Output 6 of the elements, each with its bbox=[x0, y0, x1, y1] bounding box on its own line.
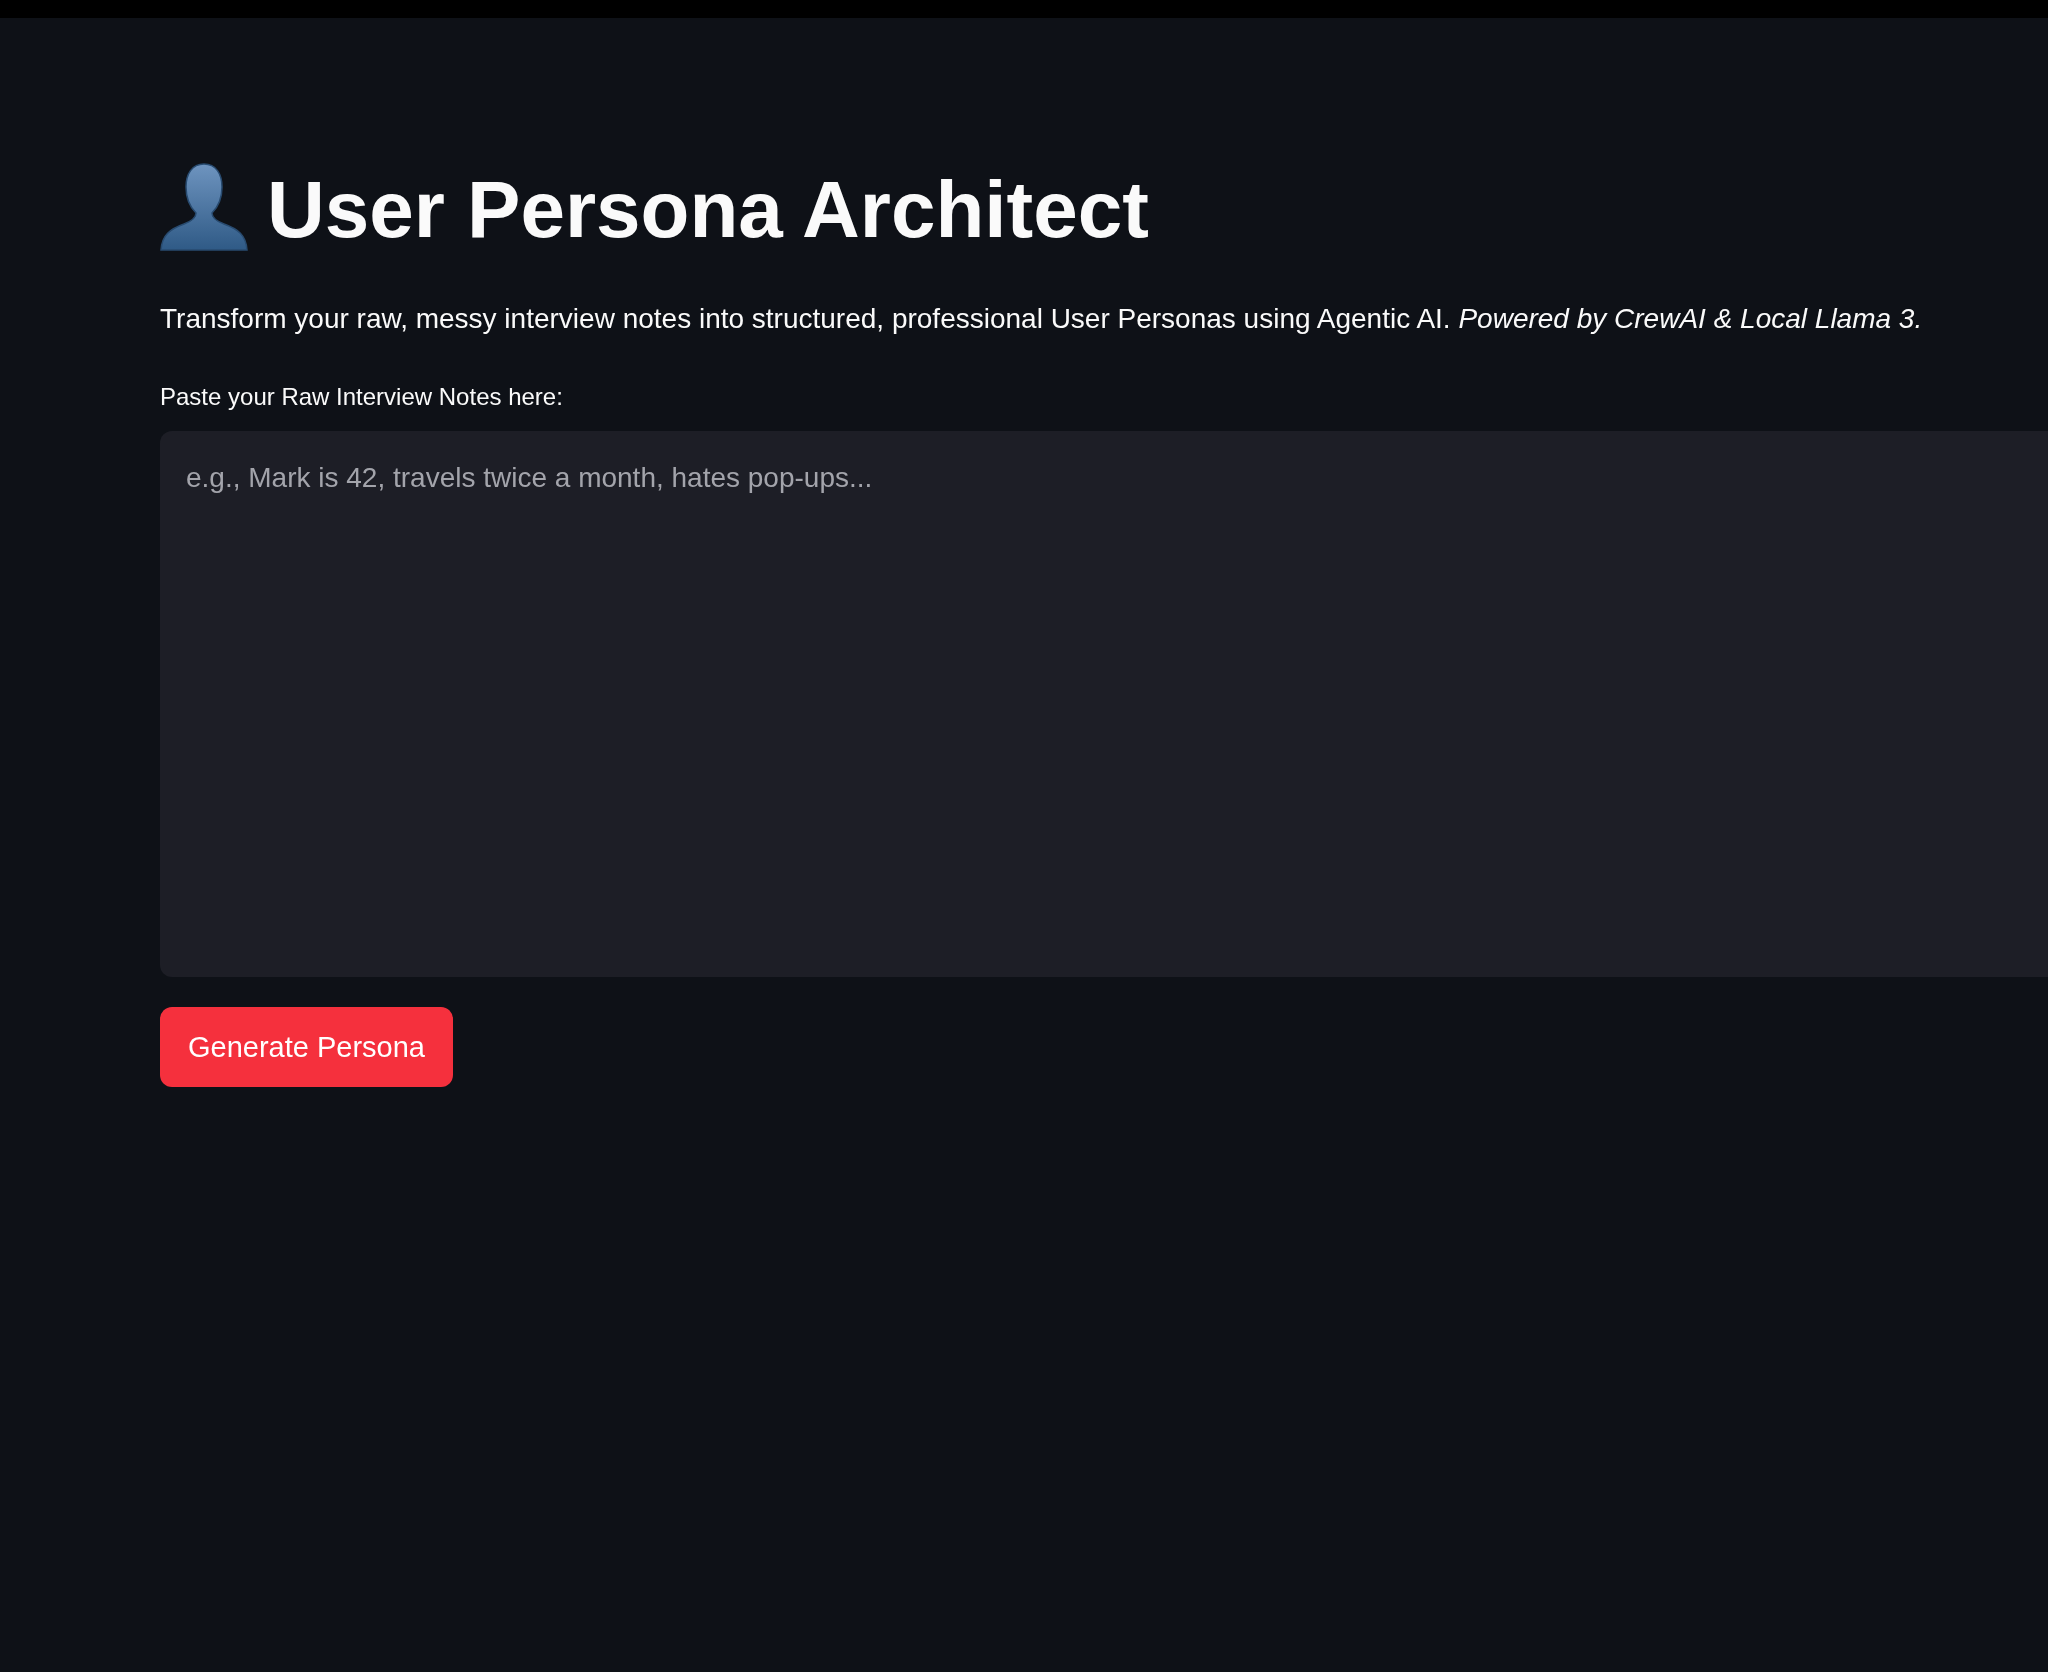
notes-field-label: Paste your Raw Interview Notes here: bbox=[160, 382, 563, 412]
notes-textarea[interactable]: e.g., Mark is 42, travels twice a month, hates pop-ups... bbox=[160, 431, 2048, 977]
page-title: User Persona Architect bbox=[267, 164, 1149, 250]
description-text: Transform your raw, messy interview notes into structured, professional User Personas using Agentic AI. Powered by CrewAI & Local Llama 3. bbox=[160, 302, 1923, 336]
generate-persona-button[interactable]: Generate Persona bbox=[160, 1007, 453, 1087]
person-silhouette-icon bbox=[160, 163, 248, 251]
